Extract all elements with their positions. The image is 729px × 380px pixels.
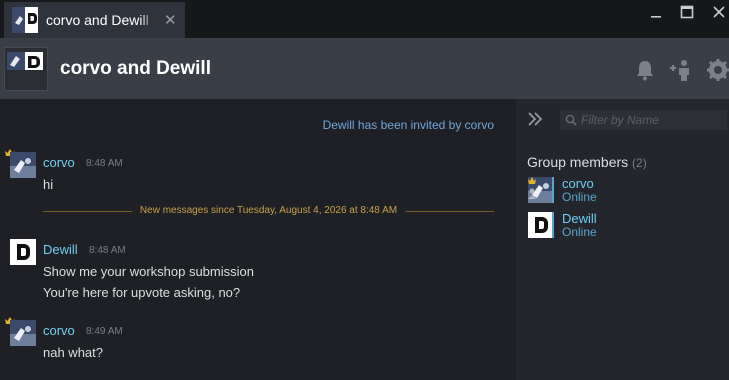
close-icon bbox=[713, 6, 725, 18]
member-filter-input[interactable] bbox=[581, 113, 721, 127]
member-item-corvo[interactable]: corvo Online bbox=[526, 176, 721, 207]
group-members-label: Group members bbox=[527, 154, 629, 170]
close-window-button[interactable] bbox=[704, 0, 729, 24]
message-text: nah what? bbox=[43, 345, 103, 360]
maximize-icon bbox=[680, 5, 694, 19]
message-time: 8:48 AM bbox=[86, 158, 123, 169]
message-author[interactable]: Dewill bbox=[43, 242, 78, 257]
new-messages-divider: New messages since Tuesday, August 4, 20… bbox=[43, 205, 494, 216]
add-friend-icon[interactable] bbox=[669, 58, 693, 82]
member-name: Dewill bbox=[562, 211, 597, 226]
chat-log: Dewill has been invited by corvo corvo 8… bbox=[0, 99, 516, 380]
user-avatar-dewill[interactable] bbox=[10, 239, 36, 265]
user-avatar-corvo bbox=[528, 177, 554, 203]
settings-icon[interactable] bbox=[706, 58, 729, 82]
group-members-heading: Group members (2) bbox=[527, 154, 647, 170]
member-status: Online bbox=[562, 225, 597, 239]
minimize-icon bbox=[651, 16, 661, 18]
maximize-button[interactable] bbox=[672, 0, 702, 24]
tab-title: corvo and Dewill bbox=[46, 12, 149, 28]
collapse-panel-icon[interactable] bbox=[526, 110, 544, 128]
member-name: corvo bbox=[562, 176, 594, 191]
system-message[interactable]: Dewill has been invited by corvo bbox=[323, 118, 494, 132]
minimize-button[interactable] bbox=[641, 0, 671, 24]
chat-title: corvo and Dewill bbox=[60, 58, 211, 79]
new-messages-divider-text: New messages since Tuesday, August 4, 20… bbox=[131, 205, 406, 216]
user-avatar-corvo[interactable] bbox=[10, 152, 36, 178]
title-bar: corvo and Dewill ✕ bbox=[0, 0, 729, 38]
message-text: You're here for upvote asking, no? bbox=[43, 285, 241, 300]
member-filter[interactable] bbox=[560, 110, 727, 130]
bell-icon[interactable] bbox=[633, 58, 657, 82]
group-members-count: (2) bbox=[632, 156, 647, 170]
members-panel: Group members (2) corvo Online Dewill On… bbox=[516, 99, 729, 380]
message-text: Show me your workshop submission bbox=[43, 264, 254, 279]
member-status: Online bbox=[562, 190, 597, 204]
message-time: 8:48 AM bbox=[89, 245, 126, 256]
group-avatar-icon bbox=[12, 7, 38, 33]
member-item-dewill[interactable]: Dewill Online bbox=[526, 211, 721, 242]
message-text: hi bbox=[43, 177, 54, 192]
message-author[interactable]: corvo bbox=[43, 323, 75, 338]
message-author[interactable]: corvo bbox=[43, 155, 75, 170]
group-avatar-icon bbox=[4, 47, 48, 91]
chat-header: corvo and Dewill bbox=[0, 38, 729, 99]
user-avatar-dewill bbox=[528, 212, 554, 238]
chat-tab[interactable]: corvo and Dewill ✕ bbox=[4, 2, 185, 38]
tab-close-button[interactable]: ✕ bbox=[164, 11, 177, 29]
message-time: 8:49 AM bbox=[86, 326, 123, 337]
search-icon bbox=[565, 114, 577, 126]
user-avatar-corvo[interactable] bbox=[10, 320, 36, 346]
